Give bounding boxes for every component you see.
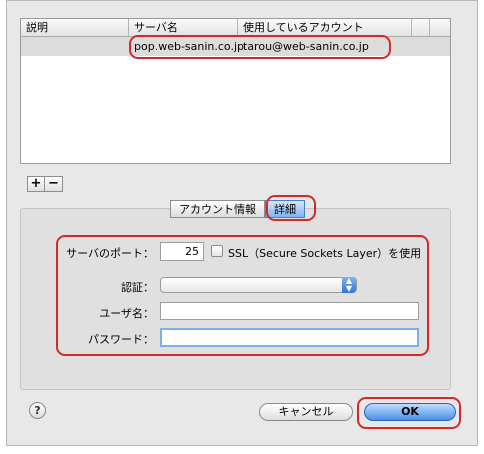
select-arrows-icon: ▲ ▼ <box>342 277 356 293</box>
cancel-button[interactable]: キャンセル <box>259 403 353 421</box>
ssl-checkbox[interactable] <box>211 245 223 257</box>
column-header-account[interactable]: 使用しているアカウント <box>238 19 412 36</box>
password-field[interactable] <box>160 328 419 347</box>
server-port-field[interactable]: 25 <box>160 242 204 261</box>
server-port-label: サーバのポート： <box>66 247 154 260</box>
auth-label: 認証： <box>121 281 154 294</box>
column-header-server[interactable]: サーバ名 <box>129 19 238 36</box>
username-field[interactable] <box>160 302 419 320</box>
add-account-button[interactable]: + <box>27 176 45 192</box>
ok-button-highlight <box>357 397 461 429</box>
server-account-highlight <box>129 35 391 59</box>
list-buttons: + − <box>27 176 63 192</box>
row-description <box>21 37 129 56</box>
help-button[interactable]: ? <box>29 402 46 419</box>
tab-account-info[interactable]: アカウント情報 <box>170 200 265 218</box>
username-label: ユーザ名： <box>99 307 154 320</box>
password-label: パスワード： <box>88 333 154 346</box>
column-header-spacer <box>412 19 430 36</box>
details-tab-highlight <box>266 195 316 221</box>
column-header-filler <box>430 19 450 36</box>
ssl-label: SSL（Secure Sockets Layer）を使用 <box>228 247 422 260</box>
auth-select[interactable]: ▲ ▼ <box>160 277 357 293</box>
column-header-description[interactable]: 説明 <box>21 19 129 36</box>
remove-account-button[interactable]: − <box>45 176 63 192</box>
